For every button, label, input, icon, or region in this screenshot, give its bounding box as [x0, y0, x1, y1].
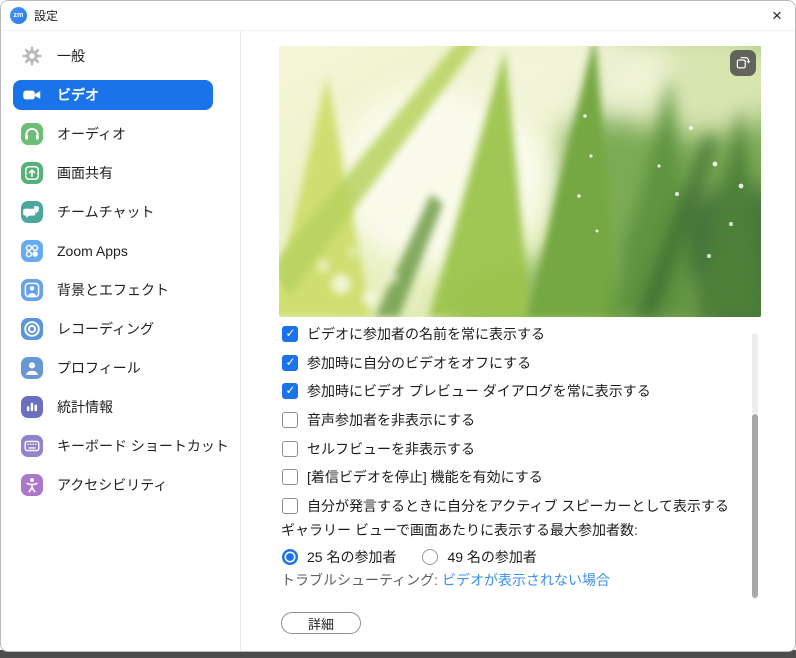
sidebar-item-label: キーボード ショートカット — [57, 436, 229, 456]
checkbox[interactable] — [282, 383, 298, 399]
settings-window: zm 設定 × 一般 ビデオ — [0, 0, 796, 652]
sidebar-item-label: オーディオ — [57, 124, 126, 144]
checkbox-label[interactable]: 自分が発言するときに自分をアクティブ スピーカーとして表示する — [307, 496, 729, 516]
screen: zm 設定 × 一般 ビデオ — [0, 0, 796, 658]
titlebar: zm 設定 × — [1, 1, 795, 31]
option-row[interactable]: [着信ビデオを停止] 機能を有効にする — [282, 467, 729, 487]
sidebar-item-recording[interactable]: レコーディング — [13, 314, 213, 344]
radio-25-participants[interactable] — [282, 549, 298, 565]
max-participants-radio-group: 25 名の参加者 49 名の参加者 — [282, 547, 537, 567]
sidebar-item-audio[interactable]: オーディオ — [13, 119, 213, 149]
checkbox[interactable] — [282, 441, 298, 457]
sidebar-item-teamchat[interactable]: チームチャット — [13, 197, 213, 227]
sidebar-item-label: 背景とエフェクト — [57, 280, 169, 300]
scrollbar-track[interactable] — [752, 333, 758, 628]
profile-person-icon — [21, 357, 43, 379]
checkbox[interactable] — [282, 326, 298, 342]
option-row[interactable]: セルフビューを非表示する — [282, 439, 729, 459]
sidebar-item-video[interactable]: ビデオ — [13, 80, 213, 110]
sidebar-item-screenshare[interactable]: 画面共有 — [13, 158, 213, 188]
camera-preview — [279, 46, 761, 317]
record-ring-icon — [21, 318, 43, 340]
checkbox-label[interactable]: 参加時に自分のビデオをオフにする — [307, 353, 531, 373]
option-row[interactable]: 音声参加者を非表示にする — [282, 410, 729, 430]
advanced-button[interactable]: 詳細 — [281, 612, 361, 634]
sidebar-item-label: 画面共有 — [57, 163, 113, 183]
checkbox-label[interactable]: [着信ビデオを停止] 機能を有効にする — [307, 467, 543, 487]
checkbox[interactable] — [282, 469, 298, 485]
scrollbar-thumb[interactable] — [752, 414, 758, 598]
checkbox-label[interactable]: ビデオに参加者の名前を常に表示する — [307, 324, 545, 344]
keyboard-icon — [21, 435, 43, 457]
troubleshooting-row: トラブルシューティング: ビデオが表示されない場合 — [281, 570, 610, 590]
zoom-apps-icon — [21, 240, 43, 262]
video-camera-icon — [21, 84, 43, 106]
sidebar-item-accessibility[interactable]: アクセシビリティ — [13, 470, 213, 500]
gear-icon — [21, 45, 43, 67]
sidebar-item-profile[interactable]: プロフィール — [13, 353, 213, 383]
settings-sidebar: 一般 ビデオ オーディオ — [1, 31, 241, 652]
headphones-icon — [21, 123, 43, 145]
chat-bubbles-icon — [21, 201, 43, 223]
camera-preview-image — [279, 46, 761, 317]
close-icon[interactable]: × — [765, 4, 789, 28]
video-not-showing-link[interactable]: ビデオが表示されない場合 — [442, 572, 610, 588]
sidebar-item-label: 統計情報 — [57, 397, 113, 417]
troubleshooting-label: トラブルシューティング: — [281, 572, 438, 588]
sidebar-item-label: Zoom Apps — [57, 243, 128, 259]
checkbox[interactable] — [282, 412, 298, 428]
sidebar-item-label: チームチャット — [57, 202, 154, 222]
radio-label[interactable]: 49 名の参加者 — [447, 547, 536, 567]
sidebar-item-label: 一般 — [57, 46, 85, 66]
checkbox[interactable] — [282, 355, 298, 371]
video-options-list: ビデオに参加者の名前を常に表示する 参加時に自分のビデオをオフにする 参加時にビ… — [282, 324, 729, 525]
checkbox-label[interactable]: 音声参加者を非表示にする — [307, 410, 475, 430]
radio-49-participants[interactable] — [422, 549, 438, 565]
window-title: 設定 — [34, 7, 58, 24]
rotate-video-button[interactable] — [730, 50, 756, 76]
video-settings-panel: ビデオに参加者の名前を常に表示する 参加時に自分のビデオをオフにする 参加時にビ… — [241, 31, 795, 652]
scrollbar-track-upper[interactable] — [752, 333, 758, 414]
background-effects-icon — [21, 279, 43, 301]
sidebar-item-zoom-apps[interactable]: Zoom Apps — [13, 236, 213, 266]
zoom-logo-icon: zm — [10, 7, 27, 24]
sidebar-item-general[interactable]: 一般 — [13, 41, 213, 71]
gallery-view-label: ギャラリー ビューで画面あたりに表示する最大参加者数: — [281, 520, 638, 540]
sidebar-item-label: アクセシビリティ — [57, 475, 167, 495]
option-row[interactable]: 参加時に自分のビデオをオフにする — [282, 353, 729, 373]
sidebar-item-label: プロフィール — [57, 358, 141, 378]
sidebar-item-label: ビデオ — [57, 85, 99, 105]
option-row[interactable]: 自分が発言するときに自分をアクティブ スピーカーとして表示する — [282, 496, 729, 516]
checkbox[interactable] — [282, 498, 298, 514]
rotate-icon — [734, 54, 752, 72]
sidebar-item-keyboard-shortcuts[interactable]: キーボード ショートカット — [13, 431, 213, 461]
bar-chart-icon — [21, 396, 43, 418]
checkbox-label[interactable]: セルフビューを非表示する — [307, 439, 475, 459]
sidebar-item-background-effects[interactable]: 背景とエフェクト — [13, 275, 213, 305]
checkbox-label[interactable]: 参加時にビデオ プレビュー ダイアログを常に表示する — [307, 381, 651, 401]
sidebar-item-statistics[interactable]: 統計情報 — [13, 392, 213, 422]
screen-share-icon — [21, 162, 43, 184]
sidebar-item-label: レコーディング — [57, 319, 154, 339]
option-row[interactable]: ビデオに参加者の名前を常に表示する — [282, 324, 729, 344]
option-row[interactable]: 参加時にビデオ プレビュー ダイアログを常に表示する — [282, 381, 729, 401]
accessibility-icon — [21, 474, 43, 496]
radio-label[interactable]: 25 名の参加者 — [307, 547, 396, 567]
